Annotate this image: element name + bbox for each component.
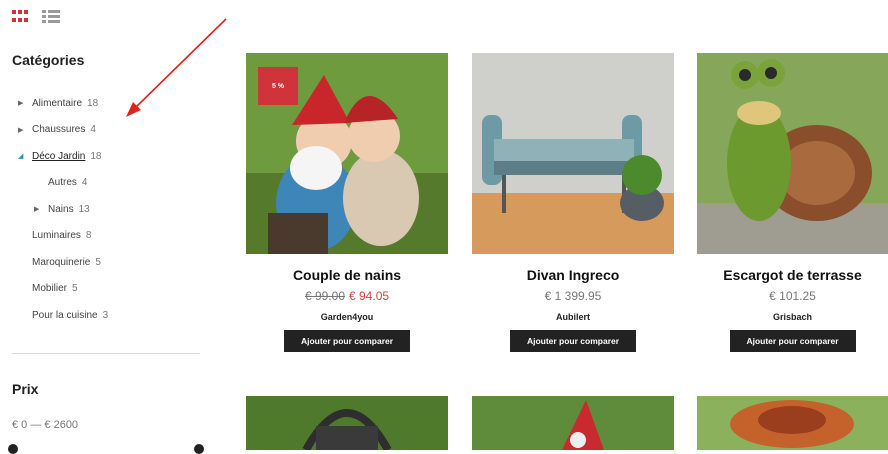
- list-view-icon[interactable]: [42, 10, 60, 24]
- product-card: [246, 396, 448, 450]
- category-label[interactable]: Pour la cuisine: [32, 310, 98, 321]
- add-to-compare-button[interactable]: Ajouter pour comparer: [284, 330, 410, 352]
- expand-arrow-icon[interactable]: ▶: [18, 99, 23, 107]
- category-item-deco-jardin[interactable]: ◢ Déco Jardin 18: [12, 143, 202, 170]
- category-label[interactable]: Maroquinerie: [32, 257, 90, 268]
- category-item-mobilier[interactable]: Mobilier 5: [12, 276, 202, 303]
- discount-badge: 5 %: [258, 67, 298, 105]
- price-slider[interactable]: [8, 444, 204, 454]
- category-label[interactable]: Chaussures: [32, 124, 85, 135]
- product-brand[interactable]: Grisbach: [697, 312, 888, 322]
- product-brand[interactable]: Aubilert: [472, 312, 674, 322]
- category-count: 18: [90, 150, 102, 162]
- product-card: Divan Ingreco € 1 399.95 Aubilert Ajoute…: [472, 53, 674, 352]
- old-price: € 99.00: [304, 289, 345, 303]
- category-label[interactable]: Luminaires: [32, 230, 81, 241]
- category-count: 5: [72, 283, 78, 295]
- add-to-compare-button[interactable]: Ajouter pour comparer: [729, 330, 856, 352]
- category-count: 3: [102, 309, 109, 321]
- product-image[interactable]: 5 %: [246, 53, 448, 254]
- expand-arrow-icon[interactable]: ▶: [18, 126, 23, 134]
- product-image[interactable]: [697, 396, 888, 450]
- expand-arrow-icon[interactable]: ▶: [34, 205, 39, 213]
- product-title[interactable]: Divan Ingreco: [472, 267, 674, 283]
- view-toggle: [12, 10, 60, 24]
- categories-heading: Catégories: [12, 52, 85, 68]
- price-heading: Prix: [12, 381, 39, 397]
- add-to-compare-button[interactable]: Ajouter pour comparer: [510, 330, 636, 352]
- product-image[interactable]: [246, 396, 448, 450]
- category-label[interactable]: Nains: [48, 204, 74, 215]
- price-slider-max-handle[interactable]: [194, 444, 204, 454]
- product-price: € 1 399.95: [544, 289, 602, 303]
- price-range-label: € 0 — € 2600: [12, 419, 79, 431]
- product-card: Escargot de terrasse € 101.25 Grisbach A…: [697, 53, 888, 352]
- category-count: 18: [87, 97, 99, 109]
- category-label[interactable]: Déco Jardin: [32, 151, 85, 162]
- sale-price: € 94.05: [349, 289, 390, 303]
- price-slider-min-handle[interactable]: [8, 444, 18, 454]
- product-image[interactable]: [472, 396, 674, 450]
- category-label[interactable]: Autres: [48, 177, 77, 188]
- product-card: [472, 396, 674, 450]
- category-count: 13: [78, 203, 90, 215]
- category-label[interactable]: Alimentaire: [32, 98, 82, 109]
- category-count: 4: [81, 177, 88, 189]
- category-sidebar: Catégories ▶ Alimentaire 18 ▶ Chaussures…: [12, 52, 202, 329]
- product-price: € 101.25: [769, 289, 816, 303]
- subcategory-item-nains[interactable]: ▶ Nains 13: [12, 196, 202, 223]
- product-image[interactable]: [697, 53, 888, 254]
- subcategory-item-autres[interactable]: Autres 4: [12, 170, 202, 197]
- product-card: 5 % Couple de nains € 99.00 € 94.05 Garde…: [246, 53, 448, 352]
- product-price: € 99.00 € 94.05: [246, 289, 448, 303]
- category-count: 8: [85, 230, 92, 242]
- sidebar-divider: [12, 353, 200, 354]
- category-count: 4: [90, 124, 96, 136]
- category-list: ▶ Alimentaire 18 ▶ Chaussures 4 ◢ Déco J…: [12, 90, 202, 329]
- product-image[interactable]: [472, 53, 674, 254]
- product-title[interactable]: Couple de nains: [246, 267, 448, 283]
- category-label[interactable]: Mobilier: [32, 283, 67, 294]
- category-item-maroquinerie[interactable]: Maroquinerie 5: [12, 249, 202, 276]
- category-item-alimentaire[interactable]: ▶ Alimentaire 18: [12, 90, 202, 117]
- category-item-pour-la-cuisine[interactable]: Pour la cuisine 3: [12, 302, 202, 329]
- category-count: 5: [95, 256, 101, 268]
- category-item-luminaires[interactable]: Luminaires 8: [12, 223, 202, 250]
- product-brand[interactable]: Garden4you: [246, 312, 448, 322]
- category-item-chaussures[interactable]: ▶ Chaussures 4: [12, 117, 202, 144]
- collapse-arrow-icon[interactable]: ◢: [18, 152, 23, 160]
- grid-view-icon[interactable]: [12, 10, 28, 24]
- product-card: [697, 396, 888, 450]
- product-title[interactable]: Escargot de terrasse: [697, 267, 888, 283]
